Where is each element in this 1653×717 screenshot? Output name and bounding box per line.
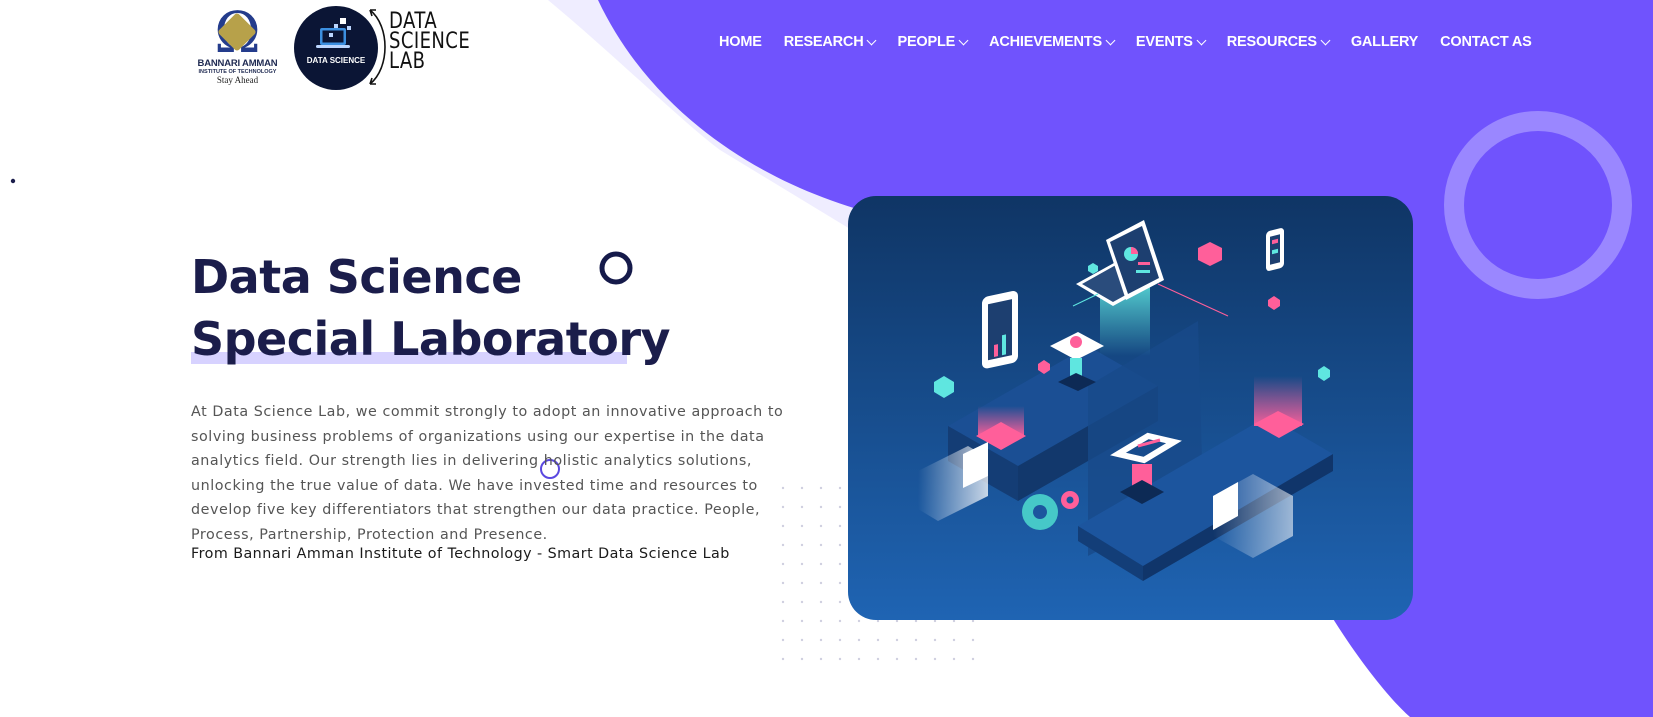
isometric-data-platform-illustration (848, 196, 1413, 620)
nav-label: PEOPLE (897, 34, 956, 50)
grid-dot (857, 657, 861, 661)
grid-dot (781, 638, 785, 642)
grid-dot (838, 543, 842, 547)
grid-dot (838, 600, 842, 604)
lab-logo-wordmark[interactable]: DATA SCIENCE LAB (389, 11, 470, 74)
omega-logo-icon: Ω (190, 6, 285, 62)
nav-label: HOME (719, 34, 762, 50)
grid-dot (933, 657, 937, 661)
grid-dot (800, 619, 804, 623)
grid-dot (800, 638, 804, 642)
grid-dot (838, 486, 842, 490)
lab-wordmark-line: LAB (389, 49, 426, 74)
grid-dot (895, 657, 899, 661)
grid-dot (933, 638, 937, 642)
nav-contact[interactable]: CONTACT AS (1440, 34, 1532, 50)
grid-dot (781, 600, 785, 604)
grid-dot (914, 619, 918, 623)
title-line-2-wrap: Special Laboratory (191, 308, 671, 370)
hero-description: At Data Science Lab, we commit strongly … (191, 404, 784, 543)
grid-dot (819, 562, 823, 566)
grid-dot (857, 619, 861, 623)
nav-label: GALLERY (1350, 34, 1419, 50)
page-title: Data Science Special Laboratory (191, 246, 671, 370)
grid-dot (914, 638, 918, 642)
grid-dot (838, 657, 842, 661)
title-line-1: Data Science (191, 250, 522, 304)
grid-dot (857, 638, 861, 642)
title-line-2: Special Laboratory (191, 312, 671, 366)
grid-dot (800, 657, 804, 661)
grid-dot (971, 619, 975, 623)
grid-dot (914, 657, 918, 661)
institute-tagline: Stay Ahead (216, 75, 259, 85)
nav-gallery[interactable]: GALLERY (1350, 34, 1419, 50)
chevron-down-icon (1196, 35, 1207, 45)
grid-dot (800, 600, 804, 604)
main-nav: HOME RESEARCH PEOPLE ACHIEVEMENTS EVENTS… (719, 34, 1554, 50)
grid-dot (895, 619, 899, 623)
nav-label: RESOURCES (1226, 34, 1317, 50)
grid-dot (971, 638, 975, 642)
grid-dot (876, 657, 880, 661)
nav-resources[interactable]: RESOURCES (1226, 34, 1331, 50)
grid-dot (800, 562, 804, 566)
chevron-down-icon (958, 35, 969, 45)
site-header: Ω BANNARI AMMAN INSTITUTE OF TECHNOLOGY … (0, 0, 1653, 90)
lab-logo-arrow-arc (369, 9, 386, 85)
grid-dot (971, 657, 975, 661)
grid-dot (819, 505, 823, 509)
grid-dot (819, 638, 823, 642)
chevron-down-icon (1320, 35, 1331, 45)
nav-achievements[interactable]: ACHIEVEMENTS (989, 34, 1116, 50)
grid-dot (781, 581, 785, 585)
grid-dot (819, 581, 823, 585)
grid-dot (838, 524, 842, 528)
nav-label: ACHIEVEMENTS (989, 34, 1102, 50)
grid-dot (781, 619, 785, 623)
decorative-dot (10, 178, 16, 184)
nav-people[interactable]: PEOPLE (897, 34, 969, 50)
grid-dot (838, 619, 842, 623)
chevron-down-icon (1105, 35, 1116, 45)
grid-dot (838, 562, 842, 566)
grid-dot (819, 657, 823, 661)
grid-dot (781, 657, 785, 661)
nav-home[interactable]: HOME (719, 34, 762, 50)
chevron-down-icon (867, 35, 877, 45)
nav-label: EVENTS (1135, 34, 1193, 50)
nav-label: CONTACT AS (1440, 34, 1532, 50)
grid-dot (952, 619, 956, 623)
grid-dot (876, 638, 880, 642)
logo-emblem-icon (217, 12, 257, 52)
grid-dot (819, 619, 823, 623)
grid-dot (952, 638, 956, 642)
grid-dot (838, 505, 842, 509)
grid-dot (838, 638, 842, 642)
grid-dot (819, 600, 823, 604)
grid-dot (819, 524, 823, 528)
nav-label: RESEARCH (783, 34, 864, 50)
grid-dot (838, 581, 842, 585)
grid-dot (952, 657, 956, 661)
grid-dot (895, 638, 899, 642)
grid-dot (781, 562, 785, 566)
nav-research[interactable]: RESEARCH (783, 34, 877, 50)
grid-dot (933, 619, 937, 623)
grid-dot (876, 619, 880, 623)
grid-dot (819, 486, 823, 490)
grid-dot (800, 581, 804, 585)
nav-events[interactable]: EVENTS (1135, 34, 1207, 50)
hero-source-line: From Bannari Amman Institute of Technolo… (191, 546, 730, 562)
grid-dot (819, 543, 823, 547)
institute-logo[interactable]: Ω BANNARI AMMAN INSTITUTE OF TECHNOLOGY … (190, 6, 285, 88)
